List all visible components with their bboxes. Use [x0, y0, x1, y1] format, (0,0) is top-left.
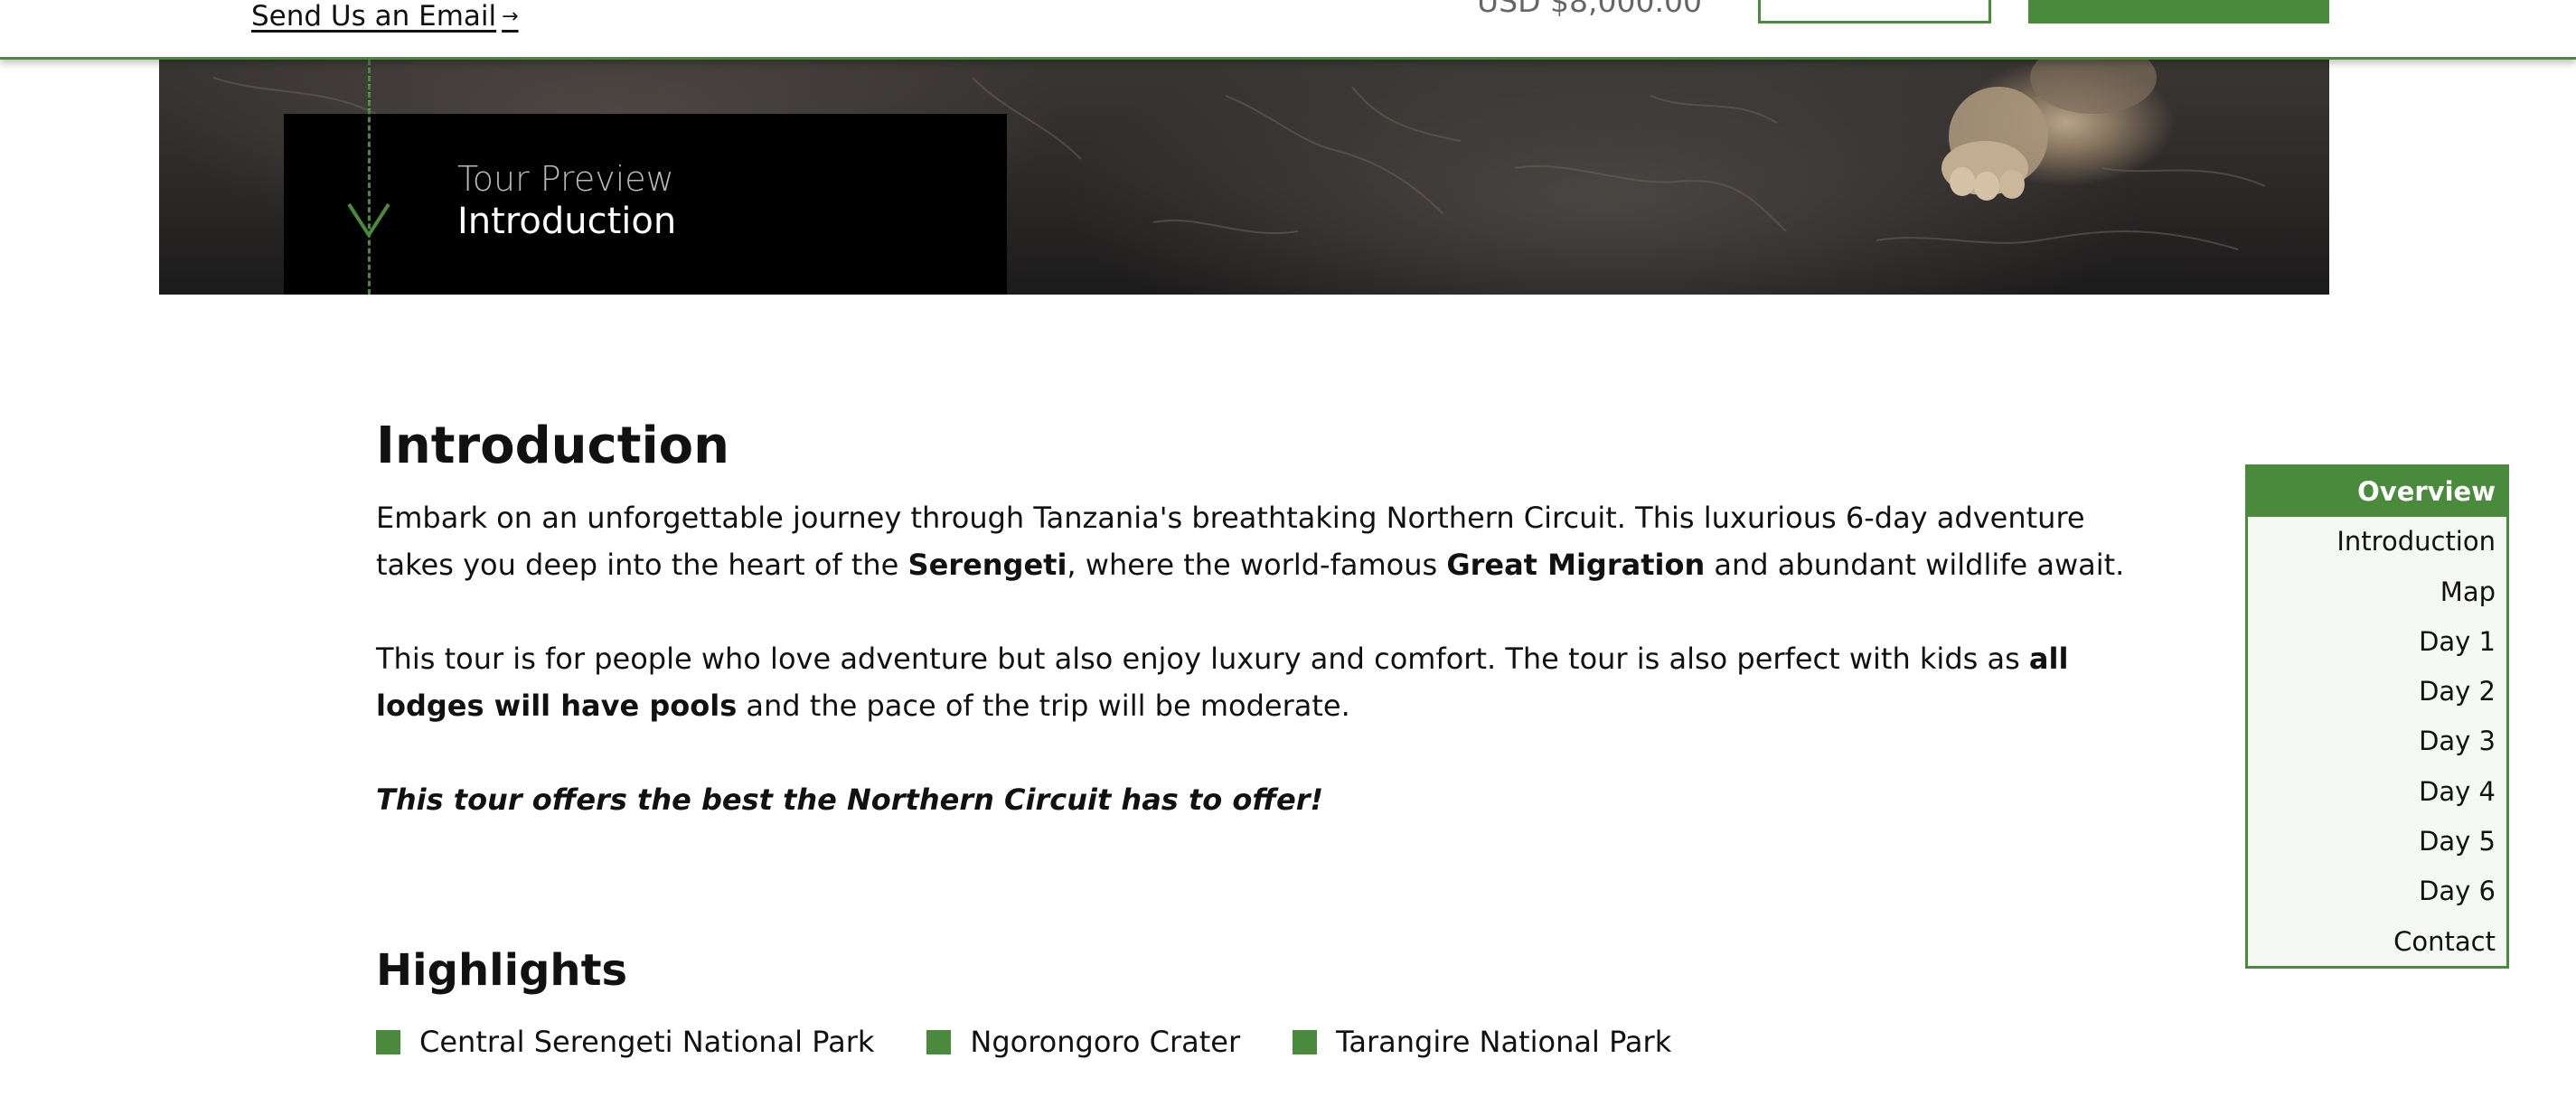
highlight-label: Central Serengeti National Park: [419, 1025, 875, 1059]
highlight-label: Ngorongoro Crater: [970, 1025, 1241, 1059]
highlights-list: Central Serengeti National Park Ngorongo…: [376, 1025, 1724, 1059]
nav-item-day-5[interactable]: Day 5: [2248, 817, 2506, 867]
nav-item-day-3[interactable]: Day 3: [2248, 717, 2506, 766]
intro-p1-great-migration: Great Migration: [1446, 548, 1706, 583]
primary-action-button[interactable]: [2028, 0, 2329, 23]
intro-p1-text-2: , where the world-famous: [1067, 548, 1447, 583]
tour-price: USD $8,000.00: [1477, 0, 1702, 19]
send-email-link[interactable]: Send Us an Email →: [251, 0, 519, 33]
timeline-divider: [368, 60, 371, 295]
nav-item-day-6[interactable]: Day 6: [2248, 867, 2506, 916]
nav-item-contact[interactable]: Contact: [2248, 917, 2506, 967]
secondary-action-button[interactable]: [1758, 0, 1991, 23]
intro-p1-text-3: and abundant wildlife await.: [1705, 548, 2125, 583]
highlight-label: Tarangire National Park: [1336, 1025, 1672, 1059]
nav-item-day-4[interactable]: Day 4: [2248, 767, 2506, 817]
highlight-item: Central Serengeti National Park: [376, 1025, 874, 1059]
send-email-label: Send Us an Email: [251, 0, 497, 33]
highlight-item: Tarangire National Park: [1293, 1025, 1671, 1059]
intro-paragraph-2: This tour is for people who love adventu…: [376, 635, 2139, 729]
highlights-heading: Highlights: [376, 945, 628, 996]
nav-item-overview[interactable]: Overview: [2248, 467, 2506, 518]
introduction-section: Introduction Embark on an unforgettable …: [376, 416, 2139, 823]
highlight-item: Ngorongoro Crater: [926, 1025, 1240, 1059]
site-header: Send Us an Email → USD $8,000.00: [0, 0, 2576, 60]
nav-item-introduction[interactable]: Introduction: [2248, 517, 2506, 567]
animal-paw: [1941, 60, 2157, 201]
intro-p2-text-2: and the pace of the trip will be moderat…: [737, 689, 1350, 724]
nav-item-day-1[interactable]: Day 1: [2248, 617, 2506, 667]
nav-item-day-2[interactable]: Day 2: [2248, 667, 2506, 717]
square-bullet-icon: [926, 1029, 952, 1054]
nav-item-map[interactable]: Map: [2248, 567, 2506, 617]
intro-paragraph-1: Embark on an unforgettable journey throu…: [376, 494, 2139, 588]
intro-p2-text: This tour is for people who love adventu…: [376, 642, 2029, 677]
intro-p1-serengeti: Serengeti: [907, 548, 1067, 583]
introduction-heading: Introduction: [376, 417, 730, 475]
square-bullet-icon: [1293, 1029, 1318, 1054]
intro-tagline: This tour offers the best the Northern C…: [376, 782, 1324, 818]
arrow-right-icon: →: [502, 5, 519, 28]
preview-title: Introduction: [457, 201, 677, 242]
arrow-down-icon: [347, 202, 390, 239]
square-bullet-icon: [376, 1029, 400, 1054]
preview-kicker: Tour Preview: [457, 159, 674, 199]
page-section-nav: Overview Introduction Map Day 1 Day 2 Da…: [2245, 464, 2509, 969]
